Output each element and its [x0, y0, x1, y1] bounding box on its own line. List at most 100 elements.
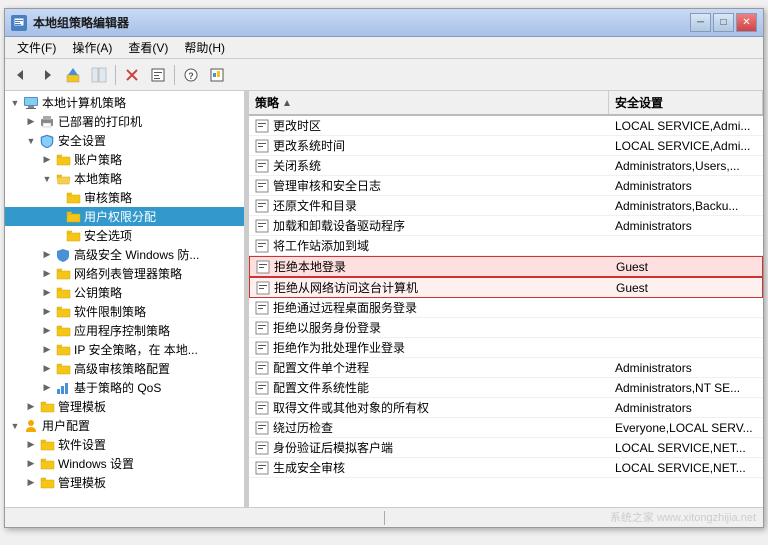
table-row[interactable]: 还原文件和目录 Administrators,Backu... [249, 196, 763, 216]
tree-item-user-config[interactable]: ▼ 用户配置 [5, 416, 244, 435]
menu-action[interactable]: 操作(A) [64, 37, 120, 58]
tree-item-software-restrict[interactable]: ▶ 软件限制策略 [5, 302, 244, 321]
expander-icon: ▶ [23, 399, 39, 415]
policy-icon [256, 260, 270, 274]
table-row[interactable]: 绕过历检查 Everyone,LOCAL SERV... [249, 418, 763, 438]
forward-button[interactable] [35, 63, 59, 87]
table-row[interactable]: 管理审核和安全日志 Administrators [249, 176, 763, 196]
cell-security [609, 298, 763, 317]
status-bar [5, 507, 763, 527]
policy-icon [255, 119, 269, 133]
tree-item-admin-templates[interactable]: ▶ 管理模板 [5, 397, 244, 416]
main-content: ▼ 本地计算机策略 ▶ [5, 91, 763, 507]
folder-icon [39, 399, 55, 415]
table-row-deny-network[interactable]: 拒绝从网络访问这台计算机 Guest [249, 277, 763, 298]
menu-view[interactable]: 查看(V) [120, 37, 176, 58]
tree-item-computer-config[interactable]: ▼ 本地计算机策略 [5, 93, 244, 112]
tree-item-security-settings[interactable]: ▼ 安全设置 [5, 131, 244, 150]
tree-item-app-control[interactable]: ▶ 应用程序控制策略 [5, 321, 244, 340]
minimize-button[interactable]: ─ [690, 13, 711, 32]
tree-item-user-rights[interactable]: 用户权限分配 [5, 207, 244, 226]
cell-security [609, 318, 763, 337]
table-row[interactable]: 更改时区 LOCAL SERVICE,Admi... [249, 116, 763, 136]
tree-label: 公钥策略 [74, 284, 122, 301]
folder-icon [55, 152, 71, 168]
tree-label: 网络列表管理器策略 [74, 265, 182, 282]
table-row[interactable]: 拒绝通过远程桌面服务登录 [249, 298, 763, 318]
table-row[interactable]: 更改系统时间 LOCAL SERVICE,Admi... [249, 136, 763, 156]
tree-item-windows-settings[interactable]: ▶ Windows 设置 [5, 454, 244, 473]
column-header-security[interactable]: 安全设置 [609, 91, 763, 114]
expander-icon [55, 190, 65, 206]
tree-item-qos[interactable]: ▶ 基于策略的 QoS [5, 378, 244, 397]
policy-icon [255, 321, 269, 335]
table-row[interactable]: 加载和卸载设备驱动程序 Administrators [249, 216, 763, 236]
close-button[interactable]: ✕ [736, 13, 757, 32]
tree-item-audit-policy[interactable]: 审核策略 [5, 188, 244, 207]
tree-item-security-options[interactable]: 安全选项 [5, 226, 244, 245]
cell-security: Guest [610, 278, 762, 297]
folder-icon [55, 361, 71, 377]
column-header-policy[interactable]: 策略 [249, 91, 609, 114]
expander-icon [55, 228, 65, 244]
table-row[interactable]: 拒绝以服务身份登录 [249, 318, 763, 338]
tree-label: 应用程序控制策略 [74, 322, 170, 339]
table-row-deny-local[interactable]: 拒绝本地登录 Guest [249, 256, 763, 277]
tree-panel: ▼ 本地计算机策略 ▶ [5, 91, 245, 507]
table-row[interactable]: 身份验证后模拟客户端 LOCAL SERVICE,NET... [249, 438, 763, 458]
table-row[interactable]: 配置文件单个进程 Administrators [249, 358, 763, 378]
folder-icon [55, 266, 71, 282]
table-row[interactable]: 取得文件或其他对象的所有权 Administrators [249, 398, 763, 418]
extra-button[interactable] [205, 63, 229, 87]
tree-label: 用户配置 [42, 417, 90, 434]
cell-policy: 关闭系统 [249, 156, 609, 175]
cell-policy: 拒绝从网络访问这台计算机 [250, 278, 610, 297]
delete-button[interactable] [120, 63, 144, 87]
policy-icon [255, 159, 269, 173]
expander-icon: ▶ [39, 380, 55, 396]
folder-icon [39, 475, 55, 491]
tree-label: 软件设置 [58, 436, 106, 453]
cell-security: Everyone,LOCAL SERV... [609, 418, 763, 437]
window-title: 本地组策略编辑器 [33, 14, 690, 31]
folder-open-icon [55, 171, 71, 187]
expander-icon: ▶ [39, 361, 55, 377]
computer-icon [23, 95, 39, 111]
show-tree-button[interactable] [87, 63, 111, 87]
menu-help[interactable]: 帮助(H) [176, 37, 233, 58]
tree-label: Windows 设置 [58, 455, 134, 472]
tree-item-public-key[interactable]: ▶ 公钥策略 [5, 283, 244, 302]
up-button[interactable] [61, 63, 85, 87]
svg-text:?: ? [188, 71, 194, 81]
table-row[interactable]: 配置文件系统性能 Administrators,NT SE... [249, 378, 763, 398]
cell-security: LOCAL SERVICE,NET... [609, 438, 763, 457]
tree-item-printers[interactable]: ▶ 已部署的打印机 [5, 112, 244, 131]
table-row[interactable]: 拒绝作为批处理作业登录 [249, 338, 763, 358]
tree-item-ip-security[interactable]: ▶ IP 安全策略，在 本地... [5, 340, 244, 359]
cell-policy: 拒绝作为批处理作业登录 [249, 338, 609, 357]
right-panel: 策略 安全设置 更改时区 [249, 91, 763, 507]
tree-item-admin-templates2[interactable]: ▶ 管理模板 [5, 473, 244, 492]
tree-item-account-policy[interactable]: ▶ 账户策略 [5, 150, 244, 169]
tree-item-local-policy[interactable]: ▼ 本地策略 [5, 169, 244, 188]
tree-item-advanced-security[interactable]: ▶ 高级安全 Windows 防... [5, 245, 244, 264]
table-row[interactable]: 生成安全审核 LOCAL SERVICE,NET... [249, 458, 763, 478]
cell-security [609, 236, 763, 255]
policy-icon [255, 301, 269, 315]
tree-item-network-list[interactable]: ▶ 网络列表管理器策略 [5, 264, 244, 283]
toolbar-sep-2 [174, 65, 175, 85]
tree-item-software-settings2[interactable]: ▶ 软件设置 [5, 435, 244, 454]
expander-icon [55, 209, 65, 225]
policy-icon [256, 281, 270, 295]
maximize-button[interactable]: □ [713, 13, 734, 32]
table-body: 更改时区 LOCAL SERVICE,Admi... 更改系统时间 LOCAL … [249, 116, 763, 507]
menu-file[interactable]: 文件(F) [9, 37, 64, 58]
table-row[interactable]: 将工作站添加到域 [249, 236, 763, 256]
help-button[interactable]: ? [179, 63, 203, 87]
back-button[interactable] [9, 63, 33, 87]
table-row[interactable]: 关闭系统 Administrators,Users,... [249, 156, 763, 176]
tree-item-advanced-audit[interactable]: ▶ 高级审核策略配置 [5, 359, 244, 378]
properties-button[interactable] [146, 63, 170, 87]
folder-icon [55, 285, 71, 301]
expander-icon: ▼ [7, 418, 23, 434]
